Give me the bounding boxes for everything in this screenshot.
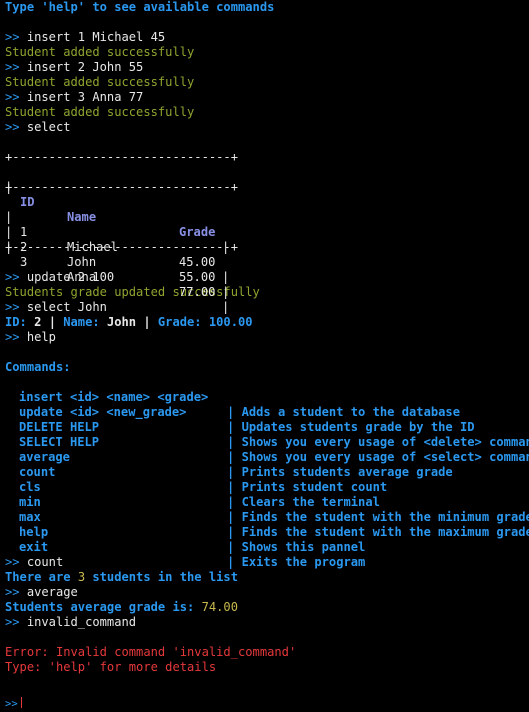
help-command-row: min | Finds the student with the minimum… — [5, 480, 529, 524]
grade-label: Grade: — [157, 315, 202, 329]
name-label: Name: — [63, 315, 100, 329]
id-value: 2 — [34, 315, 42, 329]
prompt: >> — [5, 585, 20, 599]
table-right-edge: | — [222, 240, 230, 254]
command-line: >> select — [5, 120, 529, 135]
table-cell-grade: 77.00 — [179, 285, 216, 299]
command-text: insert 2 John 55 — [26, 60, 144, 74]
command-line: >> help — [5, 330, 529, 345]
welcome-banner: Type 'help' to see available commands — [5, 0, 275, 14]
prompt: >> — [5, 330, 20, 344]
command-line: >> average — [5, 585, 529, 600]
table-border-top: +------------------------------+ — [5, 150, 238, 164]
error-message: Error: Invalid command 'invalid_command' — [5, 645, 297, 659]
command-usage: exit — [19, 540, 49, 554]
help-command-row: help | Shows this pannel — [5, 510, 529, 554]
table-row: | 2 John 55.00 | — [5, 210, 529, 299]
command-description: | Exits the program — [227, 555, 365, 570]
table-cell-name: John — [67, 255, 97, 269]
average-value: 74.00 — [201, 600, 238, 614]
table-cell-grade: 55.00 — [179, 270, 216, 284]
terminal-output: Type 'help' to see available commands >>… — [5, 0, 529, 711]
average-label: Students average grade is: — [5, 600, 195, 614]
help-command-row: DELETE HELP | Shows you every usage of <… — [5, 405, 529, 449]
result-separator: | — [143, 315, 151, 329]
text-cursor[interactable] — [20, 697, 22, 708]
description-text: Exits the program — [241, 555, 366, 569]
table-left-edge: | — [5, 180, 13, 194]
success-message: Student added successfully — [5, 75, 195, 89]
command-line: >> invalid_command — [5, 615, 529, 630]
command-text: help — [26, 330, 56, 344]
count-result: There are 3 students in the list — [5, 570, 529, 585]
student-table: +------------------------------+ | ID Na… — [5, 150, 529, 314]
name-value: John — [106, 315, 137, 329]
help-separator: | — [227, 555, 235, 569]
command-text: insert 1 Michael 45 — [26, 30, 166, 44]
prompt: >> — [5, 90, 20, 104]
grade-value: 100.00 — [208, 315, 253, 329]
table-cell-grade: 45.00 — [179, 255, 216, 269]
table-right-edge: | — [222, 300, 230, 314]
help-title: Commands: — [5, 360, 71, 374]
help-command-row: cls | Clears the terminal — [5, 465, 529, 509]
command-text: select — [26, 120, 71, 134]
count-suffix: students in the list — [92, 570, 238, 584]
success-message: Student added successfully — [5, 105, 195, 119]
help-command-row: exit | Exits the program — [5, 525, 529, 569]
command-line: >> insert 2 John 55 — [5, 60, 529, 75]
command-text: invalid_command — [26, 615, 137, 629]
command-line: >> insert 1 Michael 45 — [5, 30, 529, 45]
error-hint: Type: 'help' for more details — [5, 660, 217, 674]
select-result: ID: 2 | Name: John | Grade: 100.00 — [5, 315, 529, 330]
help-command-row: count | Prints student count — [5, 450, 529, 494]
table-row: | 1 Michael 45.00 | — [5, 195, 529, 284]
prompt: >> — [5, 30, 20, 44]
table-cell-id: 3 — [20, 255, 28, 269]
prompt: >> — [5, 60, 20, 74]
table-border-mid: +------------------------------+ — [5, 180, 238, 194]
help-separator: | — [227, 540, 235, 554]
table-row: | 3 Anna 77.00 | — [5, 225, 529, 314]
success-message: Student added successfully — [5, 45, 195, 59]
table-header-row: | ID Name Grade | — [5, 165, 529, 254]
description-text: Shows this pannel — [241, 540, 366, 554]
command-line: >> insert 3 Anna 77 — [5, 90, 529, 105]
command-text: insert 3 Anna 77 — [26, 90, 144, 104]
average-result: Students average grade is: 74.00 — [5, 600, 529, 615]
help-command-row: insert <id> <name> <grade> | Adds a stud… — [5, 375, 529, 419]
help-command-row: max | Finds the student with the maximum… — [5, 495, 529, 539]
table-right-edge: | — [222, 270, 230, 284]
help-command-row: SELECT HELP | Shows you every usage of <… — [5, 420, 529, 464]
prompt: >> — [5, 698, 18, 710]
help-command-row: average | Prints students average grade — [5, 435, 529, 479]
table-cell-name: Anna — [67, 270, 97, 284]
prompt: >> — [5, 120, 20, 134]
help-panel: Commands: insert <id> <name> <grade> | A… — [5, 360, 529, 569]
help-command-row: update <id> <new_grade> | Updates studen… — [5, 390, 529, 434]
count-number: 3 — [77, 570, 86, 584]
table-right-edge: | — [222, 285, 230, 299]
success-message: Students grade updated successfully — [5, 285, 260, 299]
prompt: >> — [5, 615, 20, 629]
command-text: average — [26, 585, 78, 599]
input-prompt-line[interactable]: >> — [5, 696, 529, 711]
table-cell-name: Michael — [67, 240, 118, 254]
table-left-edge: | — [5, 240, 13, 254]
command-line: >> select John — [5, 300, 529, 315]
command-description: | Shows this pannel — [227, 540, 365, 555]
result-separator: | — [48, 315, 56, 329]
